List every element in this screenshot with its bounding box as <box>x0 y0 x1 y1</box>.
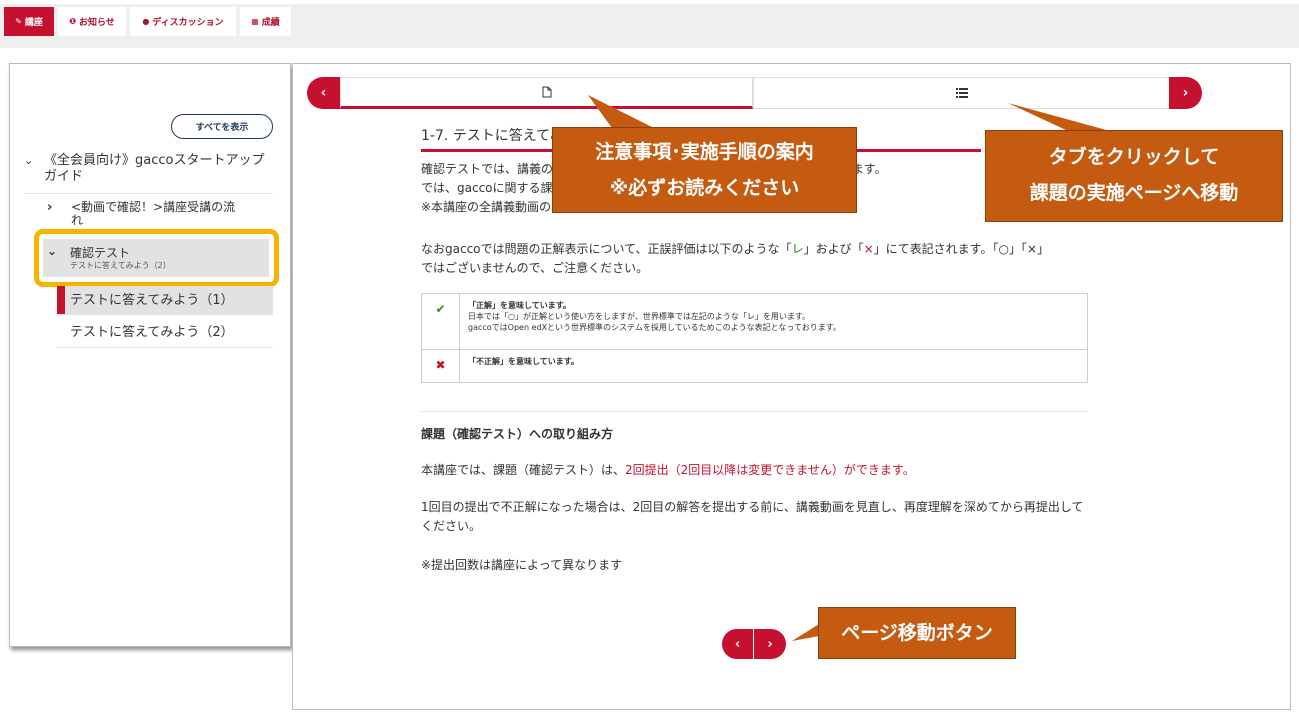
document-icon <box>542 86 551 98</box>
tab-course-label: 講座 <box>24 18 43 28</box>
chevron-left-icon: ‹ <box>734 636 741 652</box>
legend-correct-text: 「正解」を意味しています。 日本では「○」が正解という使い方をしますが、世界標準… <box>459 293 1088 350</box>
callout-tab-line2: 課題の実施ページへ移動 <box>1029 182 1239 204</box>
notice-text-1: なおgaccoでは問題の正解表示について、正誤評価は以下のような「 <box>421 242 792 256</box>
submit-text-prefix: 本講座では、課題（確認テスト）は、 <box>421 463 626 477</box>
legend-row-wrong: ✖ 「不正解」を意味しています。 <box>421 349 1088 383</box>
tab-progress-label: 成績 <box>261 18 280 28</box>
chevron-right-icon: › <box>47 200 53 215</box>
list-icon <box>955 88 968 98</box>
callout-tab-line1: タブをクリックして <box>1048 146 1220 168</box>
submit-text: 本講座では、課題（確認テスト）は、2回提出（2回目以降は変更できません）ができま… <box>421 461 1091 480</box>
sequence-next-button[interactable]: › <box>1169 77 1202 109</box>
sequence-tab-text[interactable] <box>340 77 753 109</box>
course-outline-panel <box>9 63 291 647</box>
notice-text: なおgaccoでは問題の正解表示について、正誤評価は以下のような「レ」および「×… <box>421 240 1091 278</box>
legend-wrong-title: 「不正解」を意味しています。 <box>468 357 579 366</box>
tab-progress[interactable]: ▦ 成績 <box>240 7 291 36</box>
tab-course[interactable]: ✎ 講座 <box>4 7 54 36</box>
page-nav: ‹ › <box>722 629 786 659</box>
chevron-left-icon: ‹ <box>320 85 327 101</box>
page-prev-button[interactable]: ‹ <box>722 629 754 659</box>
course-title-text: 《全会員向け》gaccoスタートアップガイド <box>44 153 265 184</box>
divider <box>24 193 273 194</box>
tab-news-label: お知らせ <box>78 18 115 28</box>
divider <box>421 411 1088 412</box>
sidebar-unit-2[interactable]: テストに答えてみよう（2） <box>70 321 234 340</box>
divider <box>57 314 273 315</box>
chevron-right-icon: › <box>767 636 773 652</box>
page-next-button[interactable]: › <box>754 629 786 659</box>
tab-news[interactable]: ❶ お知らせ <box>58 7 126 36</box>
note-text: ※提出回数は講座によって異なります <box>421 558 623 572</box>
legend-correct-title: 「正解」を意味しています。 <box>468 301 571 310</box>
chart-icon: ▦ <box>251 17 259 26</box>
chevron-right-icon: › <box>1182 85 1189 101</box>
cross-mark-text: × <box>863 242 874 256</box>
notice-text-4: ではございませんので、ご注意ください。 <box>421 261 649 275</box>
cross-icon: ✖ <box>421 349 460 383</box>
callout-notice-line1: 注意事項･実施手順の案内 <box>595 141 814 163</box>
comment-icon: ● <box>142 17 150 26</box>
legend-correct-line1: 日本では「○」が正解という使い方をしますが、世界標準では左記のような「レ」を用い… <box>468 312 811 321</box>
info-icon: ❶ <box>69 17 76 26</box>
chevron-down-icon: ⌄ <box>24 154 34 167</box>
tab-discussion-label: ディスカッション <box>152 18 224 28</box>
legend-row-correct: ✔ 「正解」を意味しています。 日本では「○」が正解という使い方をしますが、世界… <box>421 293 1088 350</box>
edit-icon: ✎ <box>15 17 22 26</box>
sidebar-section-video-label: <動画で確認！>講座受講の流れ <box>71 200 236 227</box>
callout-notice-line2: ※必ずお読みください <box>609 177 800 199</box>
callout-pager: ページ移動ボタン <box>818 607 1016 659</box>
sidebar-unit-1-label: テストに答えてみよう（1） <box>70 293 234 308</box>
legend-correct-line2: gaccoではOpen edXという世界標準のシステムを採用しているためこのよう… <box>468 323 841 332</box>
sidebar-section-video[interactable]: › <動画で確認！>講座受講の流れ <box>47 200 247 227</box>
check-icon: ✔ <box>421 293 460 350</box>
callout-tab: タブをクリックして 課題の実施ページへ移動 <box>985 130 1283 222</box>
check-mark-text: レ <box>791 242 804 256</box>
how-to-heading: 課題（確認テスト）への取り組み方 <box>421 427 614 441</box>
notice-text-2: 」および「 <box>803 242 864 256</box>
show-all-button[interactable]: すべてを表示 <box>171 114 273 139</box>
mark-legend-table: ✔ 「正解」を意味しています。 日本では「○」が正解という使い方をしますが、世界… <box>421 293 1088 383</box>
divider <box>57 347 273 348</box>
tab-discussion[interactable]: ● ディスカッション <box>130 7 236 36</box>
course-title[interactable]: ⌄ 《全会員向け》gaccoスタートアップガイド <box>24 153 274 185</box>
notice-text-3: 」にて表記されます。「○」「×」 <box>873 242 1049 256</box>
callout-notice: 注意事項･実施手順の案内 ※必ずお読みください <box>552 127 857 213</box>
legend-wrong-text: 「不正解」を意味しています。 <box>459 349 1088 383</box>
submit-text-red: 2回提出（2回目以降は変更できません）ができます。 <box>625 463 915 477</box>
sequence-prev-button[interactable]: ‹ <box>307 77 340 109</box>
sequence-tab-problem[interactable] <box>753 77 1170 109</box>
highlight-frame <box>34 229 279 287</box>
retry-text: 1回目の提出で不正解になった場合は、2回目の解答を提出する前に、講義動画を見直し… <box>421 500 1084 533</box>
